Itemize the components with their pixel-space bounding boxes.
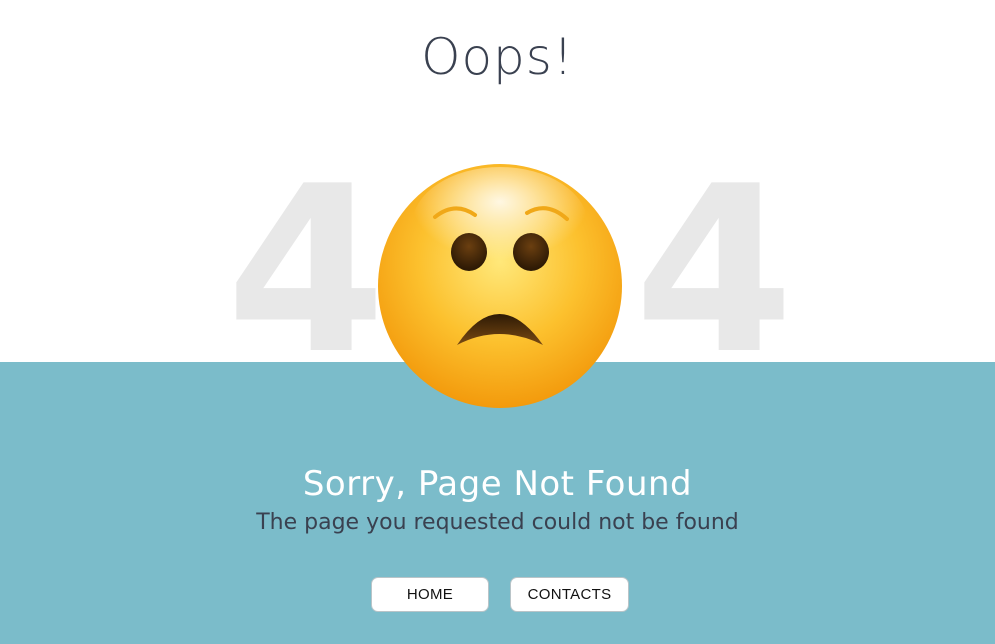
- error-digit-right: 4: [634, 138, 795, 405]
- error-page: Oops! 4 4 Sorry, Page Not Found The page…: [0, 0, 995, 644]
- error-digit-left: 4: [226, 138, 387, 405]
- home-button[interactable]: HOME: [371, 577, 489, 612]
- page-title: Oops!: [421, 28, 574, 86]
- contacts-button[interactable]: CONTACTS: [510, 577, 629, 612]
- sad-face-icon: [377, 163, 623, 409]
- error-message: The page you requested could not be foun…: [256, 510, 739, 535]
- error-headline: Sorry, Page Not Found: [302, 464, 693, 504]
- sad-face-svg: [378, 164, 622, 408]
